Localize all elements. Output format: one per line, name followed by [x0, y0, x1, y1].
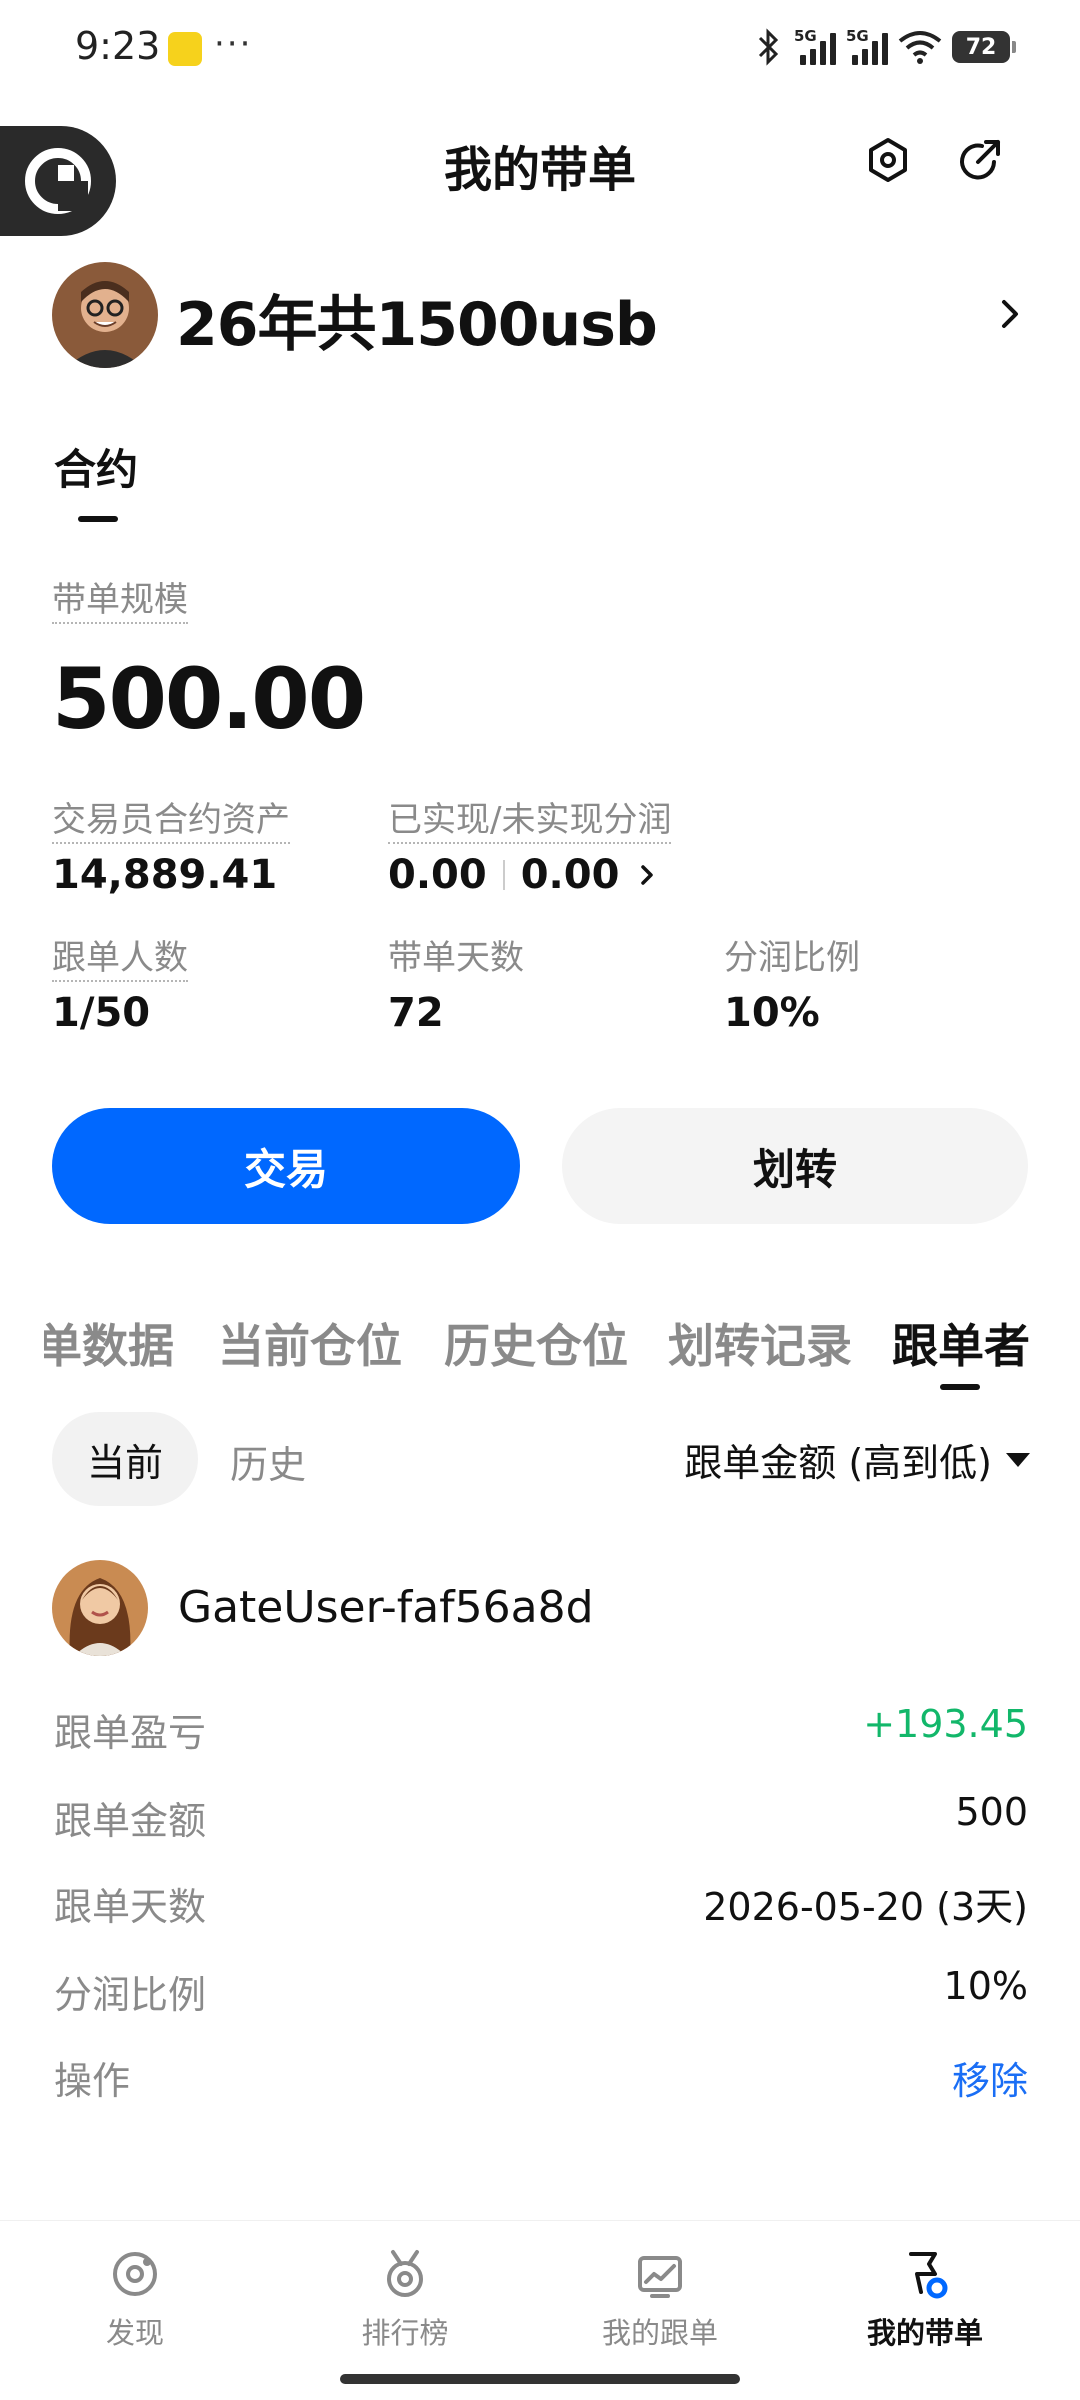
page-title: 我的带单 [443, 142, 636, 198]
cellular-signal-icon-2: 5G [846, 27, 888, 65]
chevron-right-icon [641, 865, 654, 885]
row-amount-value: 500 [955, 1790, 1028, 1834]
tab-transfer-records[interactable]: 划转记录 [668, 1310, 852, 1376]
chart-board-icon [638, 2256, 682, 2298]
status-time: 9:23 [75, 24, 161, 68]
share-icon[interactable] [956, 136, 1004, 184]
medal-icon [387, 2250, 423, 2297]
tab-followers[interactable]: 跟单者 [892, 1310, 1030, 1376]
nav-label: 我的带单 [866, 2316, 983, 2350]
filter-current[interactable]: 当前 [52, 1412, 198, 1506]
flag-icon [909, 2252, 948, 2299]
row-days-label: 跟单天数 [54, 1885, 207, 1929]
more-notifications-icon: ··· [214, 24, 253, 64]
chevron-right-icon[interactable] [990, 290, 1030, 338]
tab-current-positions[interactable]: 当前仓位 [218, 1310, 402, 1376]
bluetooth-icon [758, 28, 779, 66]
nav-my-lead-trades[interactable]: 我的带单 [825, 2248, 1025, 2352]
caret-down-icon [1006, 1452, 1030, 1467]
row-days-value: 2026-05-20 (3天) [703, 1885, 1028, 1929]
row-pnl-value: +193.45 [863, 1702, 1028, 1746]
scale-value: 500.00 [52, 650, 366, 748]
divider [502, 860, 505, 890]
settings-icon[interactable] [864, 136, 912, 184]
ratio-value: 10% [724, 990, 820, 1036]
unrealized-profit-share: 0.00 [520, 852, 620, 898]
discover-icon [113, 2252, 157, 2296]
row-amount-label: 跟单金额 [54, 1799, 207, 1843]
wifi-icon [898, 31, 942, 64]
trader-avatar[interactable] [52, 262, 158, 368]
row-ratio-label: 分润比例 [54, 1973, 207, 2017]
trader-name[interactable]: 26年共1500usb [176, 276, 658, 363]
row-pnl-label: 跟单盈亏 [54, 1711, 207, 1755]
scale-label[interactable]: 带单规模 [52, 580, 188, 624]
tab-contract[interactable]: 合约 [54, 436, 138, 497]
nav-my-copy-trades[interactable]: 我的跟单 [560, 2248, 760, 2352]
battery-icon: 72 [952, 31, 1016, 63]
followers-value: 1/50 [52, 990, 151, 1036]
profit-share-values[interactable]: 0.00 0.00 [388, 852, 659, 898]
nav-label: 发现 [105, 2316, 164, 2350]
network-type-label-2: 5G [846, 27, 869, 45]
transfer-button[interactable]: 划转 [562, 1108, 1028, 1224]
trader-assets-label[interactable]: 交易员合约资产 [52, 800, 290, 844]
nav-label: 我的跟单 [601, 2316, 718, 2350]
trader-assets-value: 14,889.41 [52, 852, 278, 898]
tab-history-positions[interactable]: 历史仓位 [444, 1310, 628, 1376]
sort-label: 跟单金额 (高到低) [684, 1441, 992, 1485]
profit-share-label[interactable]: 已实现/未实现分润 [388, 800, 672, 844]
nav-discover[interactable]: 发现 [35, 2248, 235, 2352]
cellular-signal-icon: 5G [794, 27, 836, 65]
nav-label: 排行榜 [361, 2316, 449, 2350]
notification-app-icon [168, 32, 202, 66]
home-indicator[interactable] [340, 2374, 740, 2384]
followers-label[interactable]: 跟单人数 [52, 938, 188, 982]
status-icons: 5G 5G 72 [754, 27, 1016, 66]
row-action-label: 操作 [54, 2059, 131, 2103]
trade-button[interactable]: 交易 [52, 1108, 520, 1224]
subtab-active-indicator [940, 1384, 980, 1390]
row-ratio-value: 10% [943, 1964, 1028, 2008]
realized-profit-share: 0.00 [388, 852, 487, 898]
days-label: 带单天数 [388, 938, 524, 978]
follower-avatar [52, 1560, 148, 1656]
tab-active-indicator [78, 516, 118, 522]
tab-data[interactable]: 单数据 [44, 1310, 174, 1376]
follower-name: GateUser-faf56a8d [178, 1582, 594, 1633]
sort-dropdown[interactable]: 跟单金额 (高到低) [684, 1432, 1030, 1487]
ratio-label: 分润比例 [724, 938, 860, 978]
days-value: 72 [388, 990, 444, 1036]
remove-follower-link[interactable]: 移除 [952, 2050, 1028, 2105]
network-type-label: 5G [794, 27, 817, 45]
filter-history[interactable]: 历史 [230, 1434, 306, 1489]
nav-leaderboard[interactable]: 排行榜 [305, 2248, 505, 2352]
